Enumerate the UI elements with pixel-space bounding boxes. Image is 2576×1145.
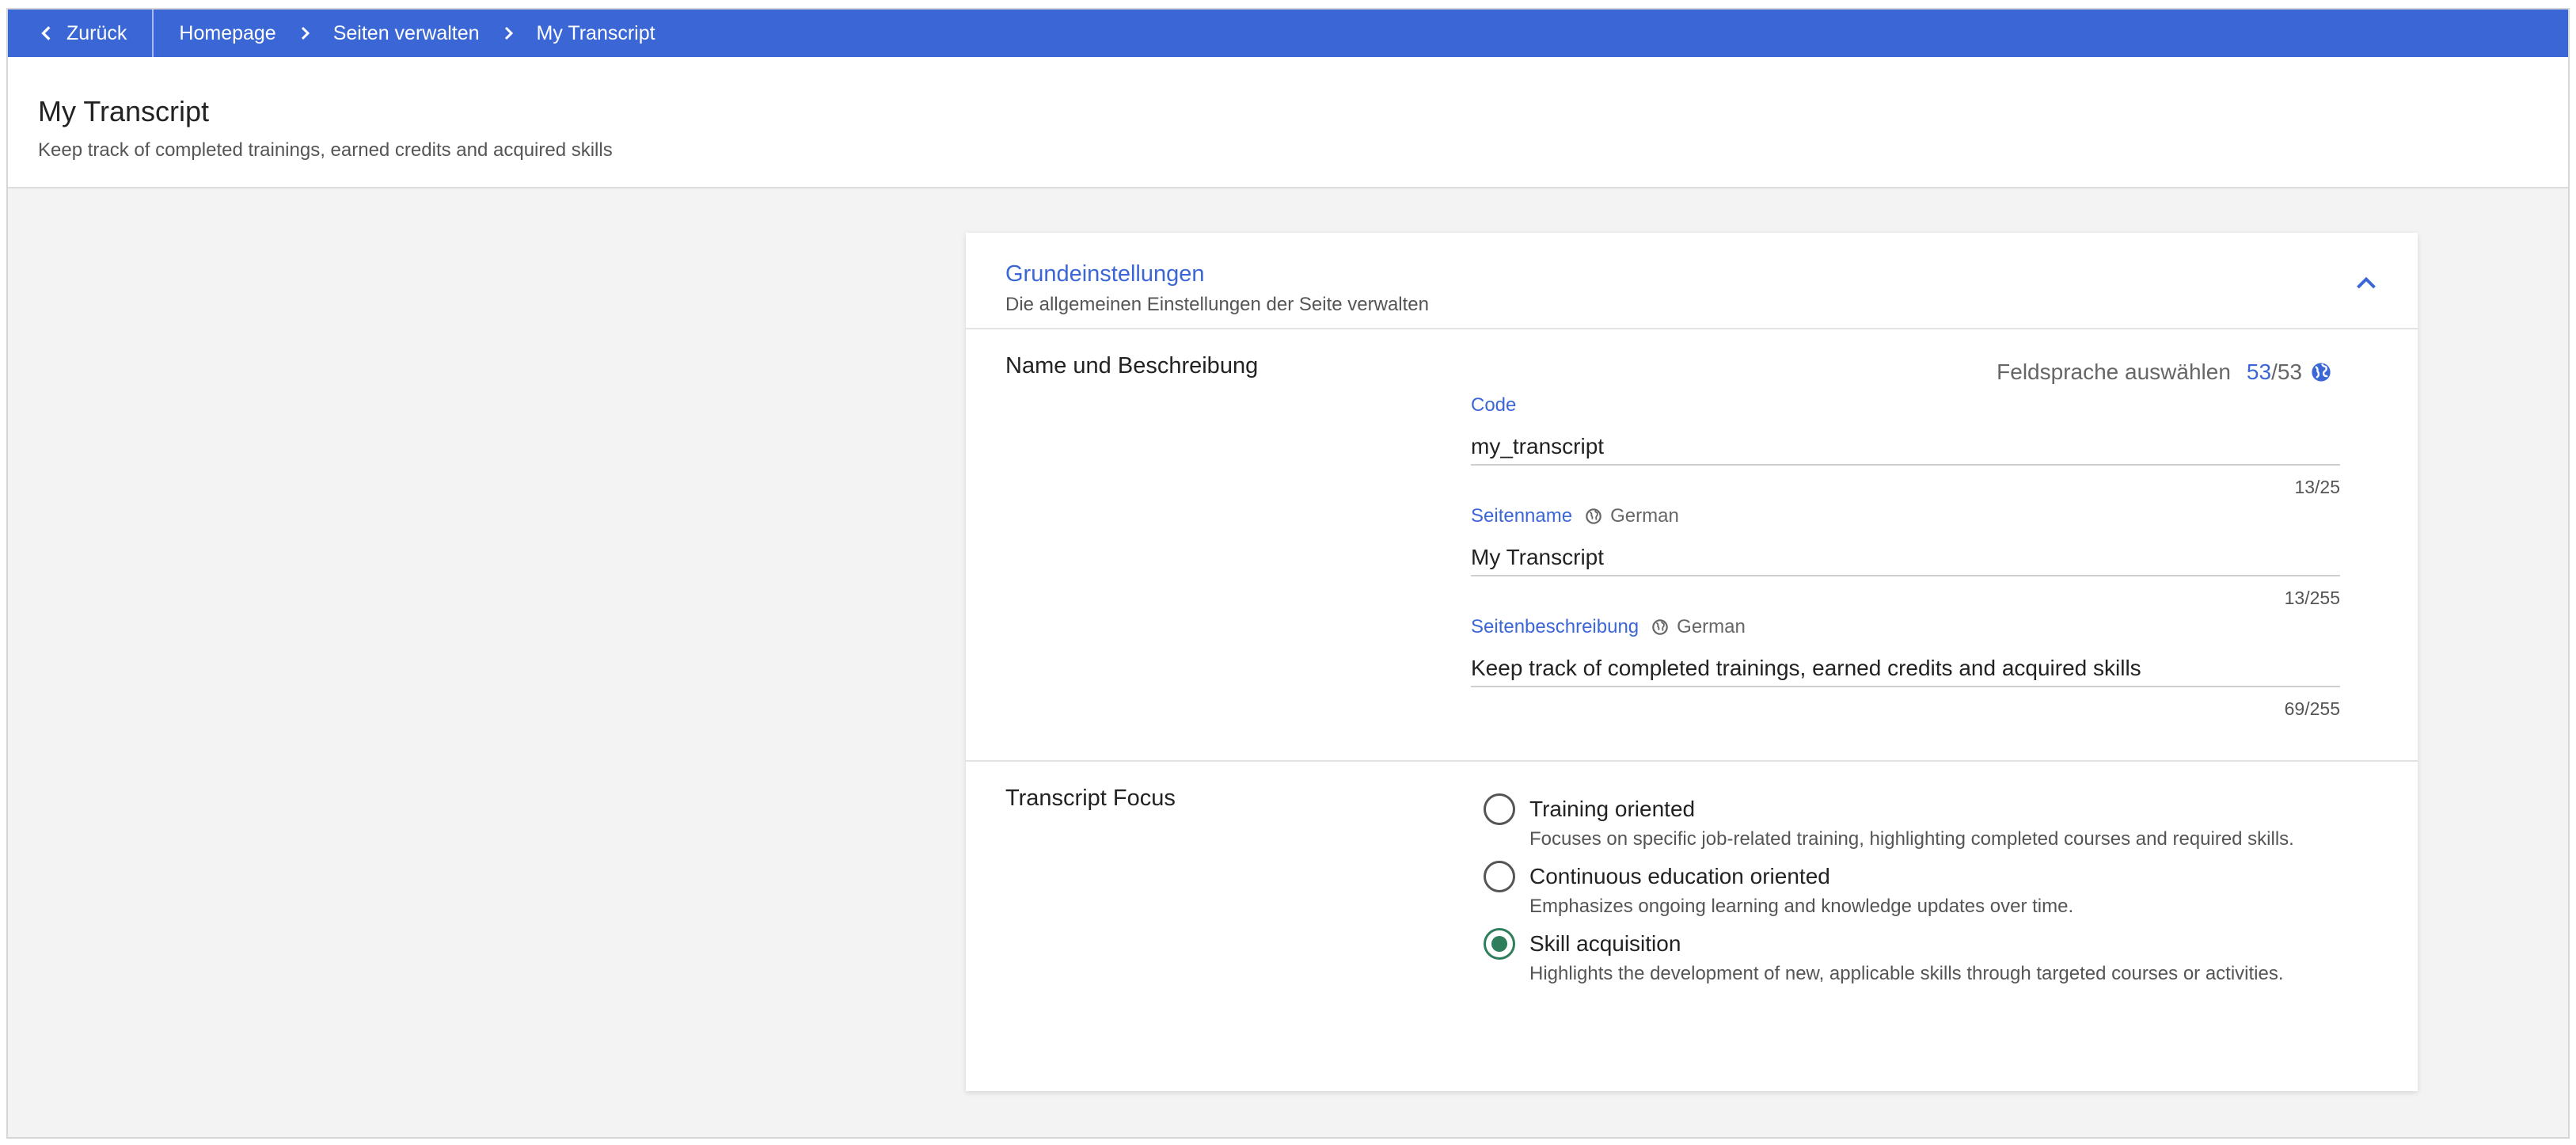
top-navigation-bar: Zurück Homepage Seiten verwalten My Tran… (8, 10, 2568, 57)
page-description-field: Seitenbeschreibung German 69/255 (1471, 616, 2340, 720)
code-input[interactable] (1471, 429, 2340, 466)
radio-option-continuous-education[interactable]: Continuous education oriented Emphasizes… (1471, 861, 2294, 919)
page-name-label: Seitenname (1471, 505, 1573, 527)
code-char-counter: 13/25 (2294, 477, 2340, 497)
field-language-label: Feldsprache auswählen (1997, 359, 2231, 384)
page-subtitle: Keep track of completed trainings, earne… (38, 139, 613, 161)
chevron-up-icon[interactable] (2354, 271, 2378, 295)
language-count: 53 (2246, 359, 2272, 384)
name-description-section: Name und Beschreibung Feldsprache auswäh… (966, 329, 2418, 762)
page-description-label: Seitenbeschreibung (1471, 616, 1639, 637)
radio-option-label: Training oriented (1529, 797, 1696, 821)
section-title-focus: Transcript Focus (1005, 786, 1176, 811)
globe-icon[interactable] (2310, 361, 2332, 383)
app-frame: Zurück Homepage Seiten verwalten My Tran… (6, 8, 2570, 1139)
page-name-field: Seitenname German 13/255 (1471, 505, 2340, 609)
radio-option-skill-acquisition[interactable]: Skill acquisition Highlights the develop… (1471, 928, 2294, 986)
back-button[interactable]: Zurück (8, 10, 154, 57)
settings-card: Grundeinstellungen Die allgemeinen Einst… (966, 233, 2418, 1091)
globe-icon (1652, 619, 1668, 635)
page-description-char-counter: 69/255 (2284, 698, 2340, 719)
radio-option-description: Highlights the development of new, appli… (1529, 963, 2284, 984)
language-total: /53 (2271, 359, 2302, 384)
radio-option-description: Focuses on specific job-related training… (1529, 828, 2294, 850)
field-language-selector[interactable]: Feldsprache auswählen 53/53 (1997, 359, 2332, 385)
breadcrumb-homepage[interactable]: Homepage (179, 22, 275, 45)
card-description: Die allgemeinen Einstellungen der Seite … (1005, 294, 1429, 315)
radio-button[interactable] (1484, 793, 1515, 825)
code-field: Code 13/25 (1471, 394, 2340, 498)
page-name-input[interactable] (1471, 540, 2340, 576)
radio-button[interactable] (1484, 861, 1515, 892)
page-header: My Transcript Keep track of completed tr… (8, 57, 2568, 188)
radio-option-label: Skill acquisition (1529, 931, 1681, 956)
globe-icon (1586, 508, 1601, 524)
breadcrumb: Homepage Seiten verwalten My Transcript (154, 22, 655, 45)
breadcrumb-current-page: My Transcript (536, 21, 655, 44)
radio-option-description: Emphasizes ongoing learning and knowledg… (1529, 896, 2074, 917)
page-description-input[interactable] (1471, 651, 2340, 687)
page-title: My Transcript (38, 95, 210, 127)
radio-option-training-oriented[interactable]: Training oriented Focuses on specific jo… (1471, 793, 2294, 851)
section-title-name: Name und Beschreibung (1005, 353, 1259, 378)
chevron-right-icon (301, 26, 310, 40)
page-name-char-counter: 13/255 (2284, 588, 2340, 608)
radio-option-label: Continuous education oriented (1529, 864, 1830, 888)
card-title: Grundeinstellungen (1005, 261, 1205, 287)
back-button-label: Zurück (66, 21, 127, 44)
transcript-focus-radio-group: Training oriented Focuses on specific jo… (1471, 793, 2294, 999)
chevron-left-icon (41, 26, 51, 40)
code-label: Code (1471, 394, 1517, 416)
card-header[interactable]: Grundeinstellungen Die allgemeinen Einst… (966, 233, 2418, 329)
chevron-right-icon (504, 26, 513, 40)
page-name-language: German (1610, 505, 1679, 527)
page-description-language: German (1677, 616, 1746, 637)
transcript-focus-section: Transcript Focus Training oriented Focus… (966, 762, 2418, 1090)
radio-button[interactable] (1484, 928, 1515, 960)
breadcrumb-seiten-verwalten[interactable]: Seiten verwalten (333, 22, 480, 45)
